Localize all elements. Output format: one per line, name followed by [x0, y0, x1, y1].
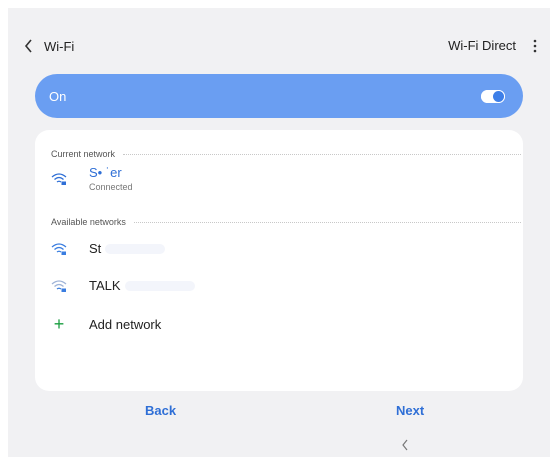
add-network-label: Add network	[89, 317, 162, 332]
chevron-left-icon	[24, 39, 32, 53]
add-network-row[interactable]: + Add network	[51, 314, 511, 335]
network-row[interactable]: St	[51, 241, 511, 256]
wifi-lock-icon	[51, 279, 67, 292]
redacted-text	[124, 280, 195, 291]
more-options-button[interactable]	[528, 36, 542, 56]
current-network-text: S• ˙er Connected	[89, 165, 133, 192]
more-vertical-icon	[533, 39, 537, 53]
current-network-header: Current network	[51, 148, 521, 160]
next-button[interactable]: Next	[396, 403, 424, 418]
page-title: Wi-Fi	[44, 38, 75, 54]
plus-icon: +	[53, 314, 65, 334]
available-networks-label: Available networks	[51, 217, 126, 227]
wifi-lock-icon	[51, 242, 67, 255]
chevron-left-icon[interactable]	[400, 438, 410, 452]
network-list-card: Current network S• ˙er Connected Availab…	[35, 130, 523, 391]
available-networks-header: Available networks	[51, 216, 521, 228]
wifi-lock-icon	[51, 172, 67, 185]
toggle-knob	[493, 90, 504, 102]
current-network-name: S• ˙er	[89, 165, 122, 180]
back-navigation[interactable]: Wi-Fi	[24, 36, 104, 56]
connection-status: Connected	[89, 182, 133, 192]
divider	[133, 221, 521, 223]
wifi-direct-button[interactable]: Wi-Fi Direct	[448, 38, 516, 53]
wifi-toggle[interactable]	[481, 89, 505, 103]
network-name: St	[89, 241, 102, 256]
current-network-label: Current network	[51, 149, 116, 159]
current-network-row[interactable]: S• ˙er Connected	[51, 165, 511, 192]
wifi-state-label: On	[49, 88, 67, 104]
divider	[123, 153, 521, 155]
setup-screen: Wi-Fi Wi-Fi Direct On Current network S•…	[8, 8, 550, 457]
back-button[interactable]: Back	[145, 403, 176, 418]
network-row[interactable]: TALK	[51, 278, 511, 293]
redacted-text	[105, 243, 166, 254]
top-bar: Wi-Fi Wi-Fi Direct	[8, 36, 550, 56]
network-name: TALK	[89, 278, 121, 293]
wifi-master-switch[interactable]: On	[35, 74, 523, 118]
